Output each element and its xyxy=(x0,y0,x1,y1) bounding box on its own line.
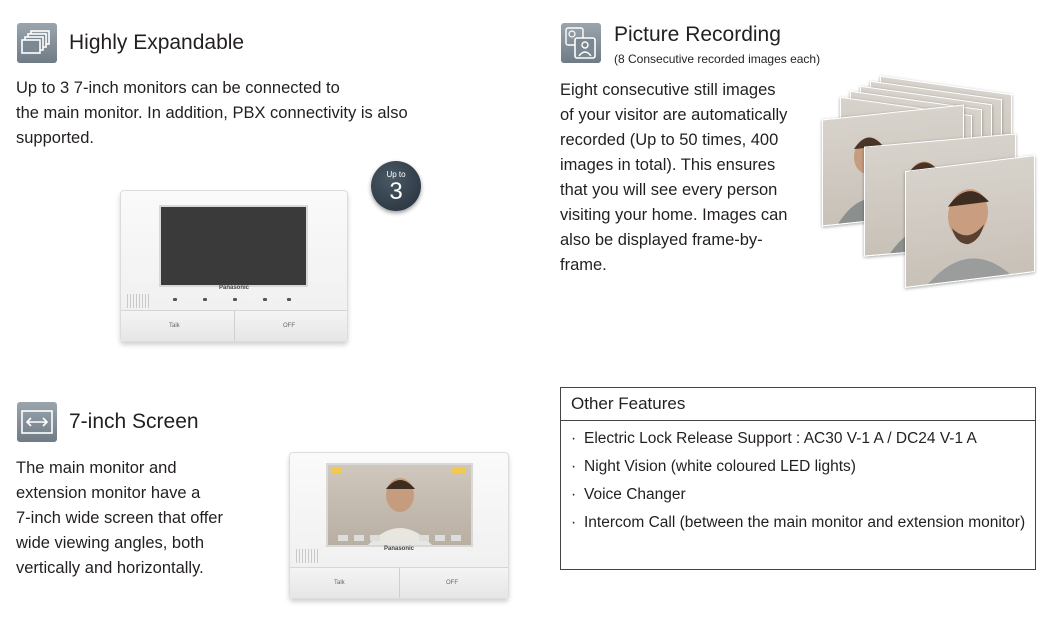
body-line: of your visitor are automatically xyxy=(560,106,788,124)
control-dot xyxy=(203,298,207,301)
main-monitor-image: Panasonic Talk OFF xyxy=(120,190,348,342)
button-divider xyxy=(399,568,400,598)
bullet: · xyxy=(571,458,577,475)
body-line: frame. xyxy=(560,256,607,274)
list-item: · Electric Lock Release Support : AC30 V-… xyxy=(571,429,1035,449)
screen-monitor-image: Panasonic Talk OFF xyxy=(289,452,509,599)
section-body-recording: Eight consecutive still images of your v… xyxy=(560,78,787,278)
body-line: 7-inch wide screen that offer xyxy=(16,509,223,527)
body-line: Up to 3 7-inch monitors can be connected… xyxy=(16,79,340,97)
control-dot xyxy=(287,298,291,301)
section-body-screen: The main monitor and extension monitor h… xyxy=(16,456,223,581)
monitor-screen-visitor xyxy=(326,463,473,547)
section-subtitle-recording: (8 Consecutive recorded images each) xyxy=(614,52,821,66)
body-line: the main monitor. In addition, PBX conne… xyxy=(16,104,408,122)
body-line: wide viewing angles, both xyxy=(16,534,205,552)
speaker-grille xyxy=(127,294,149,308)
body-line: visiting your home. Images can xyxy=(560,206,788,224)
body-line: that you will see every person xyxy=(560,181,778,199)
stacked-monitors-icon xyxy=(17,23,57,63)
body-line: also be displayed frame-by- xyxy=(560,231,763,249)
speaker-grille xyxy=(296,549,318,563)
feature-text: Night Vision (white coloured LED lights) xyxy=(584,458,856,475)
up-to-3-badge: Up to 3 xyxy=(371,161,421,211)
body-line: supported. xyxy=(16,129,94,147)
bullet: · xyxy=(571,514,577,531)
monitor-screen xyxy=(159,205,308,287)
control-dot xyxy=(263,298,267,301)
list-item: · Intercom Call (between the main monitor… xyxy=(571,513,1035,533)
body-line: Eight consecutive still images xyxy=(560,81,776,99)
other-features-title: Other Features xyxy=(561,388,1035,421)
monitor-button-bar: Talk OFF xyxy=(121,310,347,341)
list-item: · Voice Changer xyxy=(571,485,1035,505)
body-line: images in total). This ensures xyxy=(560,156,776,174)
body-line: vertically and horizontally. xyxy=(16,559,204,577)
list-item: · Night Vision (white coloured LED lights… xyxy=(571,457,1035,477)
control-dot xyxy=(173,298,177,301)
feature-text: Voice Changer xyxy=(584,486,686,503)
visitor-photo xyxy=(905,155,1035,288)
horizontal-arrows-icon xyxy=(17,402,57,442)
section-body-expandable: Up to 3 7-inch monitors can be connected… xyxy=(16,76,408,151)
section-title-expandable: Highly Expandable xyxy=(69,31,245,54)
bullet: · xyxy=(571,486,577,503)
off-button-label: OFF xyxy=(446,580,458,586)
brand-label: Panasonic xyxy=(384,546,415,552)
off-button-label: OFF xyxy=(283,323,295,329)
body-line: The main monitor and xyxy=(16,459,177,477)
picture-frames-icon xyxy=(561,23,601,63)
monitor-button-bar: Talk OFF xyxy=(290,567,508,598)
body-line: extension monitor have a xyxy=(16,484,201,502)
section-title-recording: Picture Recording xyxy=(614,23,781,46)
feature-text: Intercom Call (between the main monitor … xyxy=(584,514,1026,531)
feature-text: Electric Lock Release Support : AC30 V-1… xyxy=(584,430,977,447)
talk-button-label: Talk xyxy=(334,580,345,586)
body-line: recorded (Up to 50 times, 400 xyxy=(560,131,779,149)
brand-label: Panasonic xyxy=(219,285,250,291)
section-title-screen: 7-inch Screen xyxy=(69,410,199,433)
other-features-box: Other Features · Electric Lock Release Su… xyxy=(560,387,1036,570)
control-dot xyxy=(233,298,237,301)
badge-number: 3 xyxy=(389,178,403,205)
button-divider xyxy=(234,311,235,341)
bullet: · xyxy=(571,430,577,447)
features-list: · Electric Lock Release Support : AC30 V-… xyxy=(561,421,1035,533)
talk-button-label: Talk xyxy=(169,323,180,329)
